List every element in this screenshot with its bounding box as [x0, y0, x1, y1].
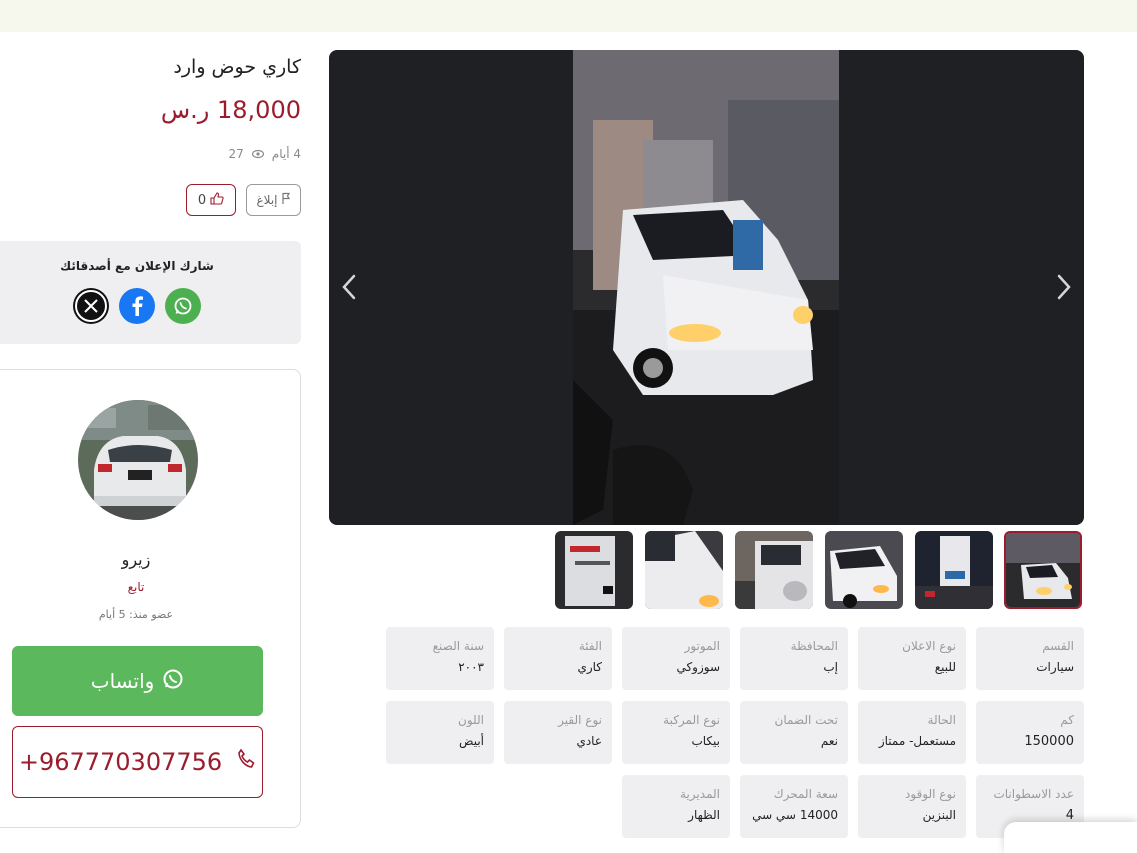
eye-icon [251, 149, 264, 159]
top-bar [0, 0, 1137, 32]
spec-item: المديرية الظهار [622, 775, 730, 838]
follow-link[interactable]: تابع [0, 580, 273, 594]
gallery-next-button[interactable] [1046, 271, 1082, 307]
chevron-right-icon [1054, 273, 1074, 305]
flag-icon [281, 192, 291, 208]
spec-label: كم [1060, 713, 1074, 727]
share-panel: شارك الإعلان مع أصدقائك [0, 241, 301, 344]
spec-label: الموتور [684, 639, 720, 653]
thumbnail[interactable] [915, 531, 993, 609]
gallery-prev-button[interactable] [331, 271, 367, 307]
spec-item: نوع القير عادي [504, 701, 612, 764]
spec-value: عادي [576, 734, 602, 748]
spec-item: الحالة مستعمل- ممتاز [858, 701, 966, 764]
listing-price: 18,000 ر.س [160, 96, 301, 124]
spec-item: سنة الصنع ٢٠٠٣ [386, 627, 494, 690]
spec-label: الحالة [927, 713, 956, 727]
view-count: 27 [228, 147, 244, 161]
spec-value: 14000 سي سي [752, 808, 838, 822]
spec-label: القسم [1042, 639, 1074, 653]
spec-item: المحافظة إب [740, 627, 848, 690]
spec-value: ٢٠٠٣ [458, 660, 484, 674]
spec-label: تحت الضمان [774, 713, 839, 727]
phone-icon [236, 748, 256, 776]
listing-title: كاري حوض وارد [173, 56, 301, 78]
spec-label: سنة الصنع [432, 639, 484, 653]
spec-value: بيكاب [691, 734, 720, 748]
spec-item: نوع الاعلان للبيع [858, 627, 966, 690]
thumbnail[interactable] [825, 531, 903, 609]
thumbnail-active[interactable] [1004, 531, 1082, 609]
phone-button[interactable]: +967770307756 [12, 726, 263, 798]
spec-value: 4 [1065, 808, 1074, 823]
spec-label: سعة المحرك [773, 787, 838, 801]
facebook-icon[interactable] [119, 288, 155, 324]
seller-card: زيرو تابع عضو منذ: 5 أيام واتساب +967770… [0, 369, 301, 828]
spec-value: للبيع [934, 660, 956, 674]
spec-item: القسم سيارات [976, 627, 1084, 690]
seller-avatar[interactable] [78, 400, 198, 520]
chevron-left-icon [339, 273, 359, 305]
spec-item: كم 150000 [976, 701, 1084, 764]
share-title: شارك الإعلان مع أصدقائك [60, 259, 214, 273]
thumbnail-strip [555, 531, 1085, 609]
listing-age: 4 أيام [271, 147, 301, 161]
floating-widget[interactable] [1004, 822, 1137, 853]
spec-item: نوع الوقود البنزين [858, 775, 966, 838]
spec-item: اللون أبيض [386, 701, 494, 764]
spec-value: مستعمل- ممتاز [878, 734, 956, 748]
spec-label: نوع الاعلان [902, 639, 956, 653]
spec-value: البنزين [922, 808, 956, 822]
whatsapp-button[interactable]: واتساب [12, 646, 263, 716]
listing-meta: 4 أيام 27 [229, 147, 302, 161]
spec-item: سعة المحرك 14000 سي سي [740, 775, 848, 838]
whatsapp-label: واتساب [90, 669, 155, 693]
spec-label: نوع المركبة [663, 713, 720, 727]
whatsapp-icon[interactable] [165, 288, 201, 324]
spec-item: الفئة كاري [504, 627, 612, 690]
spec-value: سوزوكي [676, 660, 720, 674]
spec-value: أبيض [459, 734, 484, 748]
spec-item: نوع المركبة بيكاب [622, 701, 730, 764]
spec-value: سيارات [1036, 660, 1074, 674]
report-button[interactable]: إبلاغ [246, 184, 301, 216]
spec-item: تحت الضمان نعم [740, 701, 848, 764]
x-icon[interactable] [73, 288, 109, 324]
thumbnail[interactable] [645, 531, 723, 609]
spec-value: إب [823, 660, 838, 674]
spec-label: المديرية [680, 787, 720, 801]
spec-label: نوع القير [558, 713, 602, 727]
thumbnail[interactable] [555, 531, 633, 609]
main-photo[interactable] [573, 50, 839, 525]
seller-name: زيرو [121, 550, 151, 569]
spec-item: الموتور سوزوكي [622, 627, 730, 690]
report-label: إبلاغ [256, 193, 278, 207]
spec-label: المحافظة [790, 639, 838, 653]
photo-gallery [329, 50, 1084, 525]
phone-number: +967770307756 [18, 748, 223, 776]
like-button[interactable]: 0 [186, 184, 236, 216]
like-count: 0 [197, 192, 207, 208]
spec-value: نعم [820, 734, 838, 748]
thumbnail[interactable] [735, 531, 813, 609]
spec-label: الفئة [578, 639, 602, 653]
thumbs-up-icon [210, 191, 224, 209]
member-since: عضو منذ: 5 أيام [98, 608, 174, 621]
spec-label: نوع الوقود [905, 787, 956, 801]
whatsapp-icon [162, 668, 184, 695]
spec-value: كاري [577, 660, 602, 674]
spec-label: اللون [458, 713, 484, 727]
spec-label: عدد الاسطوانات [993, 787, 1074, 801]
spec-value: الظهار [688, 808, 720, 822]
spec-value: 150000 [1024, 734, 1074, 749]
